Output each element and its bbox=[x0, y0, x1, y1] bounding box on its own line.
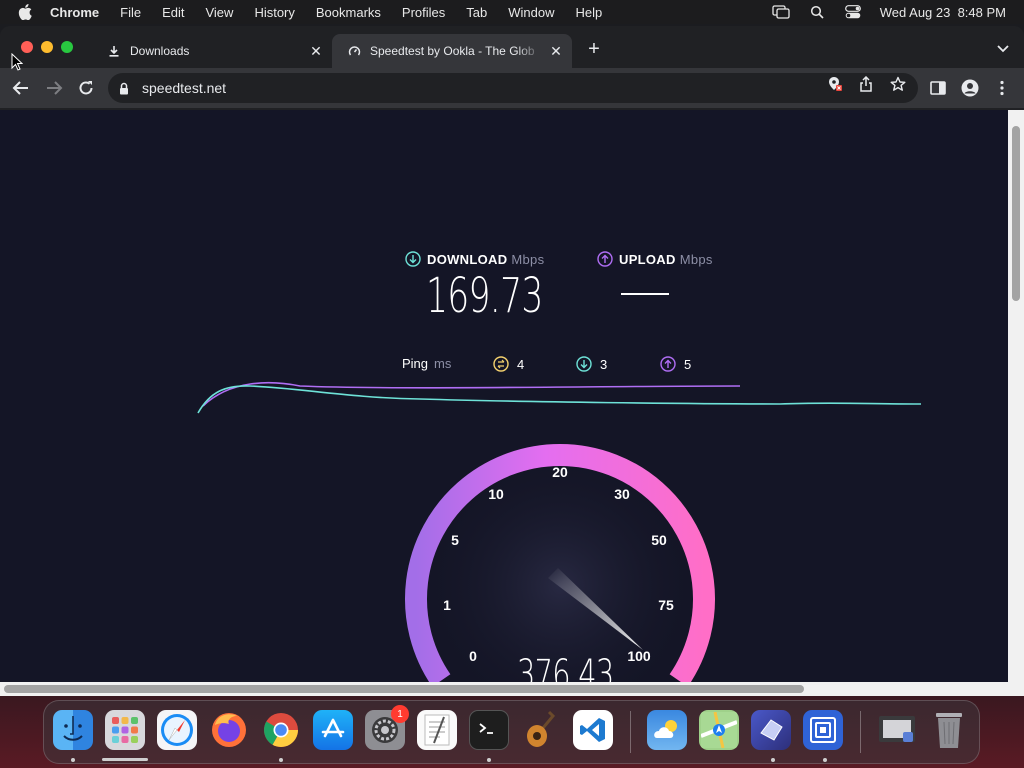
bookmark-star-icon[interactable] bbox=[889, 75, 907, 93]
vertical-scrollbar[interactable] bbox=[1008, 110, 1024, 696]
settings-notification-badge: 1 bbox=[391, 705, 409, 723]
url-text: speedtest.net bbox=[142, 80, 227, 96]
gauge-label-30: 30 bbox=[614, 486, 630, 502]
tab-title: Downloads bbox=[130, 44, 190, 58]
dock-garageband-icon[interactable] bbox=[521, 710, 561, 750]
dock-running-indicator bbox=[771, 758, 775, 762]
menu-window[interactable]: Window bbox=[508, 5, 554, 20]
tab-search-chevron-icon[interactable] bbox=[996, 42, 1010, 54]
profile-avatar-icon[interactable] bbox=[960, 78, 980, 98]
mouse-cursor-icon bbox=[11, 53, 23, 71]
address-bar[interactable]: speedtest.net bbox=[108, 73, 918, 103]
menu-profiles[interactable]: Profiles bbox=[402, 5, 445, 20]
dock-screens-icon[interactable] bbox=[803, 710, 843, 750]
speedtest-page: DOWNLOAD Mbps 169.73 UPLOAD Mbps — Ping … bbox=[0, 110, 1008, 696]
forward-arrow-icon[interactable] bbox=[44, 78, 64, 98]
dock-weather-icon[interactable] bbox=[647, 710, 687, 750]
browser-toolbar: speedtest.net bbox=[0, 68, 1024, 108]
gauge-label-10: 10 bbox=[488, 486, 504, 502]
dock-trash-icon[interactable] bbox=[929, 710, 969, 750]
dock-finder-icon[interactable] bbox=[53, 710, 93, 750]
menu-help[interactable]: Help bbox=[576, 5, 603, 20]
dock-running-indicator bbox=[487, 758, 491, 762]
dock-firefox-icon[interactable] bbox=[209, 710, 249, 750]
gauge-label-100: 100 bbox=[627, 648, 651, 664]
dock-separator bbox=[860, 711, 861, 753]
download-icon bbox=[106, 43, 122, 59]
dock-running-indicator bbox=[279, 758, 283, 762]
dock-running-indicator bbox=[71, 758, 75, 762]
share-icon[interactable] bbox=[857, 75, 875, 93]
speed-gauge bbox=[405, 444, 715, 696]
menu-datetime[interactable]: Wed Aug 23 8:48 PM bbox=[880, 5, 1006, 20]
menu-bookmarks[interactable]: Bookmarks bbox=[316, 5, 381, 20]
menu-history[interactable]: History bbox=[254, 5, 294, 20]
menu-file[interactable]: File bbox=[120, 5, 141, 20]
dock-running-indicator bbox=[823, 758, 827, 762]
reload-icon[interactable] bbox=[76, 78, 96, 98]
dock-safari-icon[interactable] bbox=[157, 710, 197, 750]
dock-separator bbox=[630, 711, 631, 753]
menu-view[interactable]: View bbox=[205, 5, 233, 20]
tab-downloads[interactable]: Downloads ✕ bbox=[92, 34, 332, 68]
vertical-scroll-thumb[interactable] bbox=[1012, 126, 1020, 301]
menu-bar: Chrome File Edit View History Bookmarks … bbox=[0, 0, 1024, 24]
dock-chrome-icon[interactable] bbox=[261, 710, 301, 750]
dock-elytra-icon[interactable] bbox=[751, 710, 791, 750]
apple-menu-icon[interactable] bbox=[18, 4, 36, 20]
control-center-icon[interactable] bbox=[844, 5, 862, 19]
location-blocked-icon[interactable] bbox=[826, 75, 844, 93]
dock-terminal-icon[interactable] bbox=[469, 710, 509, 750]
lock-icon[interactable] bbox=[119, 82, 133, 95]
close-tab-icon[interactable]: ✕ bbox=[548, 43, 564, 59]
dock-launchpad-indicator bbox=[102, 758, 148, 761]
tab-strip: Downloads ✕ Speedtest by Ookla - The Glo… bbox=[0, 26, 1024, 68]
gauge-label-5: 5 bbox=[451, 532, 459, 548]
horizontal-scroll-thumb[interactable] bbox=[4, 685, 804, 693]
fullscreen-window-button[interactable] bbox=[61, 41, 73, 53]
speedtest-favicon bbox=[346, 43, 362, 59]
dock-textedit-icon[interactable] bbox=[417, 710, 457, 750]
menu-app-name[interactable]: Chrome bbox=[50, 5, 99, 20]
chrome-menu-kebab-icon[interactable] bbox=[992, 78, 1012, 98]
back-arrow-icon[interactable] bbox=[11, 78, 31, 98]
spotlight-search-icon[interactable] bbox=[808, 5, 826, 19]
close-window-button[interactable] bbox=[21, 41, 33, 53]
tab-speedtest[interactable]: Speedtest by Ookla - The Glob ✕ bbox=[332, 34, 572, 68]
dock-app-store-icon[interactable] bbox=[313, 710, 353, 750]
dock-launchpad-icon[interactable] bbox=[105, 710, 145, 750]
chrome-window: Downloads ✕ Speedtest by Ookla - The Glo… bbox=[0, 26, 1024, 696]
menu-tab[interactable]: Tab bbox=[466, 5, 487, 20]
menu-edit[interactable]: Edit bbox=[162, 5, 184, 20]
screen-mirroring-icon[interactable] bbox=[772, 5, 790, 19]
side-panel-icon[interactable] bbox=[928, 78, 948, 98]
dock-maps-icon[interactable] bbox=[699, 710, 739, 750]
close-tab-icon[interactable]: ✕ bbox=[308, 43, 324, 59]
minimize-window-button[interactable] bbox=[41, 41, 53, 53]
gauge-label-20: 20 bbox=[552, 464, 568, 480]
new-tab-button[interactable]: + bbox=[584, 39, 604, 60]
dock-vscode-icon[interactable] bbox=[573, 710, 613, 750]
gauge-label-75: 75 bbox=[658, 597, 674, 613]
dock bbox=[43, 700, 980, 764]
dock-screenshot-stack-icon[interactable] bbox=[877, 710, 917, 750]
gauge-label-0: 0 bbox=[469, 648, 477, 664]
horizontal-scrollbar[interactable] bbox=[0, 682, 1008, 696]
tab-title: Speedtest by Ookla - The Glob bbox=[370, 44, 535, 58]
gauge-label-50: 50 bbox=[651, 532, 667, 548]
gauge-label-1: 1 bbox=[443, 597, 451, 613]
